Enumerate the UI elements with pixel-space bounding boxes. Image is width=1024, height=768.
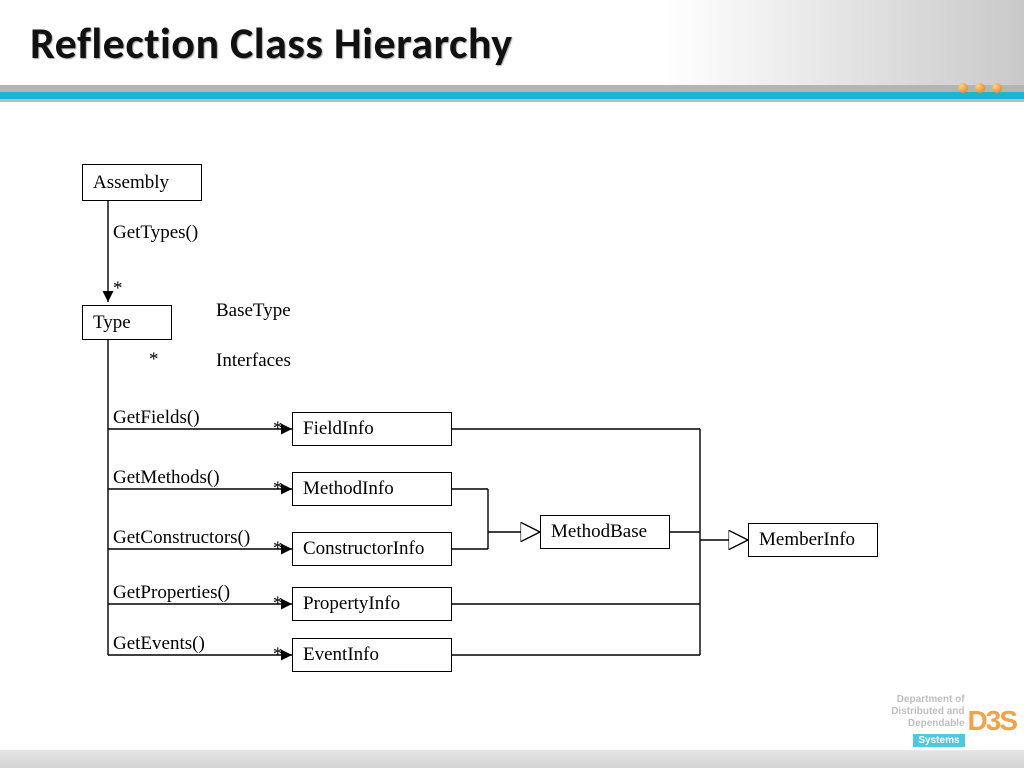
label-basetype: BaseType	[216, 300, 291, 322]
box-fieldinfo: FieldInfo	[292, 412, 452, 446]
box-methodinfo: MethodInfo	[292, 472, 452, 506]
beads-ornament	[958, 83, 1002, 93]
logo-line1: Department of	[891, 694, 964, 706]
logo-mark: D3S	[968, 710, 1016, 732]
diagram-canvas: Assembly Type FieldInfo MethodInfo Const…	[0, 102, 1024, 742]
d3s-logo: Department of Distributed and Dependable…	[891, 694, 1016, 748]
box-memberinfo: MemberInfo	[748, 523, 878, 557]
star-getconstructors: *	[273, 538, 283, 560]
slide-title: Reflection Class Hierarchy	[30, 16, 513, 70]
label-getmethods: GetMethods()	[113, 467, 220, 489]
label-interfaces: Interfaces	[216, 350, 291, 372]
box-constructorinfo: ConstructorInfo	[292, 532, 452, 566]
footer-strip	[0, 750, 1024, 768]
label-getfields: GetFields()	[113, 407, 200, 429]
label-getproperties: GetProperties()	[113, 582, 230, 604]
box-propertyinfo: PropertyInfo	[292, 587, 452, 621]
label-getevents: GetEvents()	[113, 633, 205, 655]
slide-header: Reflection Class Hierarchy	[0, 0, 1024, 95]
star-getmethods: *	[273, 478, 283, 500]
star-getevents: *	[273, 644, 283, 666]
box-type: Type	[82, 305, 172, 340]
label-gettypes: GetTypes()	[113, 222, 198, 244]
box-eventinfo: EventInfo	[292, 638, 452, 672]
star-interfaces: *	[149, 349, 159, 371]
star-getfields: *	[273, 418, 283, 440]
box-methodbase: MethodBase	[540, 515, 670, 549]
logo-line2: Distributed and	[891, 706, 964, 718]
header-rule	[0, 85, 1024, 102]
label-getconstructors: GetConstructors()	[113, 527, 250, 549]
box-assembly: Assembly	[82, 164, 202, 201]
logo-systems: Systems	[913, 734, 964, 747]
star-getproperties: *	[273, 593, 283, 615]
star-gettypes: *	[113, 278, 123, 300]
logo-line3: Dependable	[891, 718, 964, 730]
